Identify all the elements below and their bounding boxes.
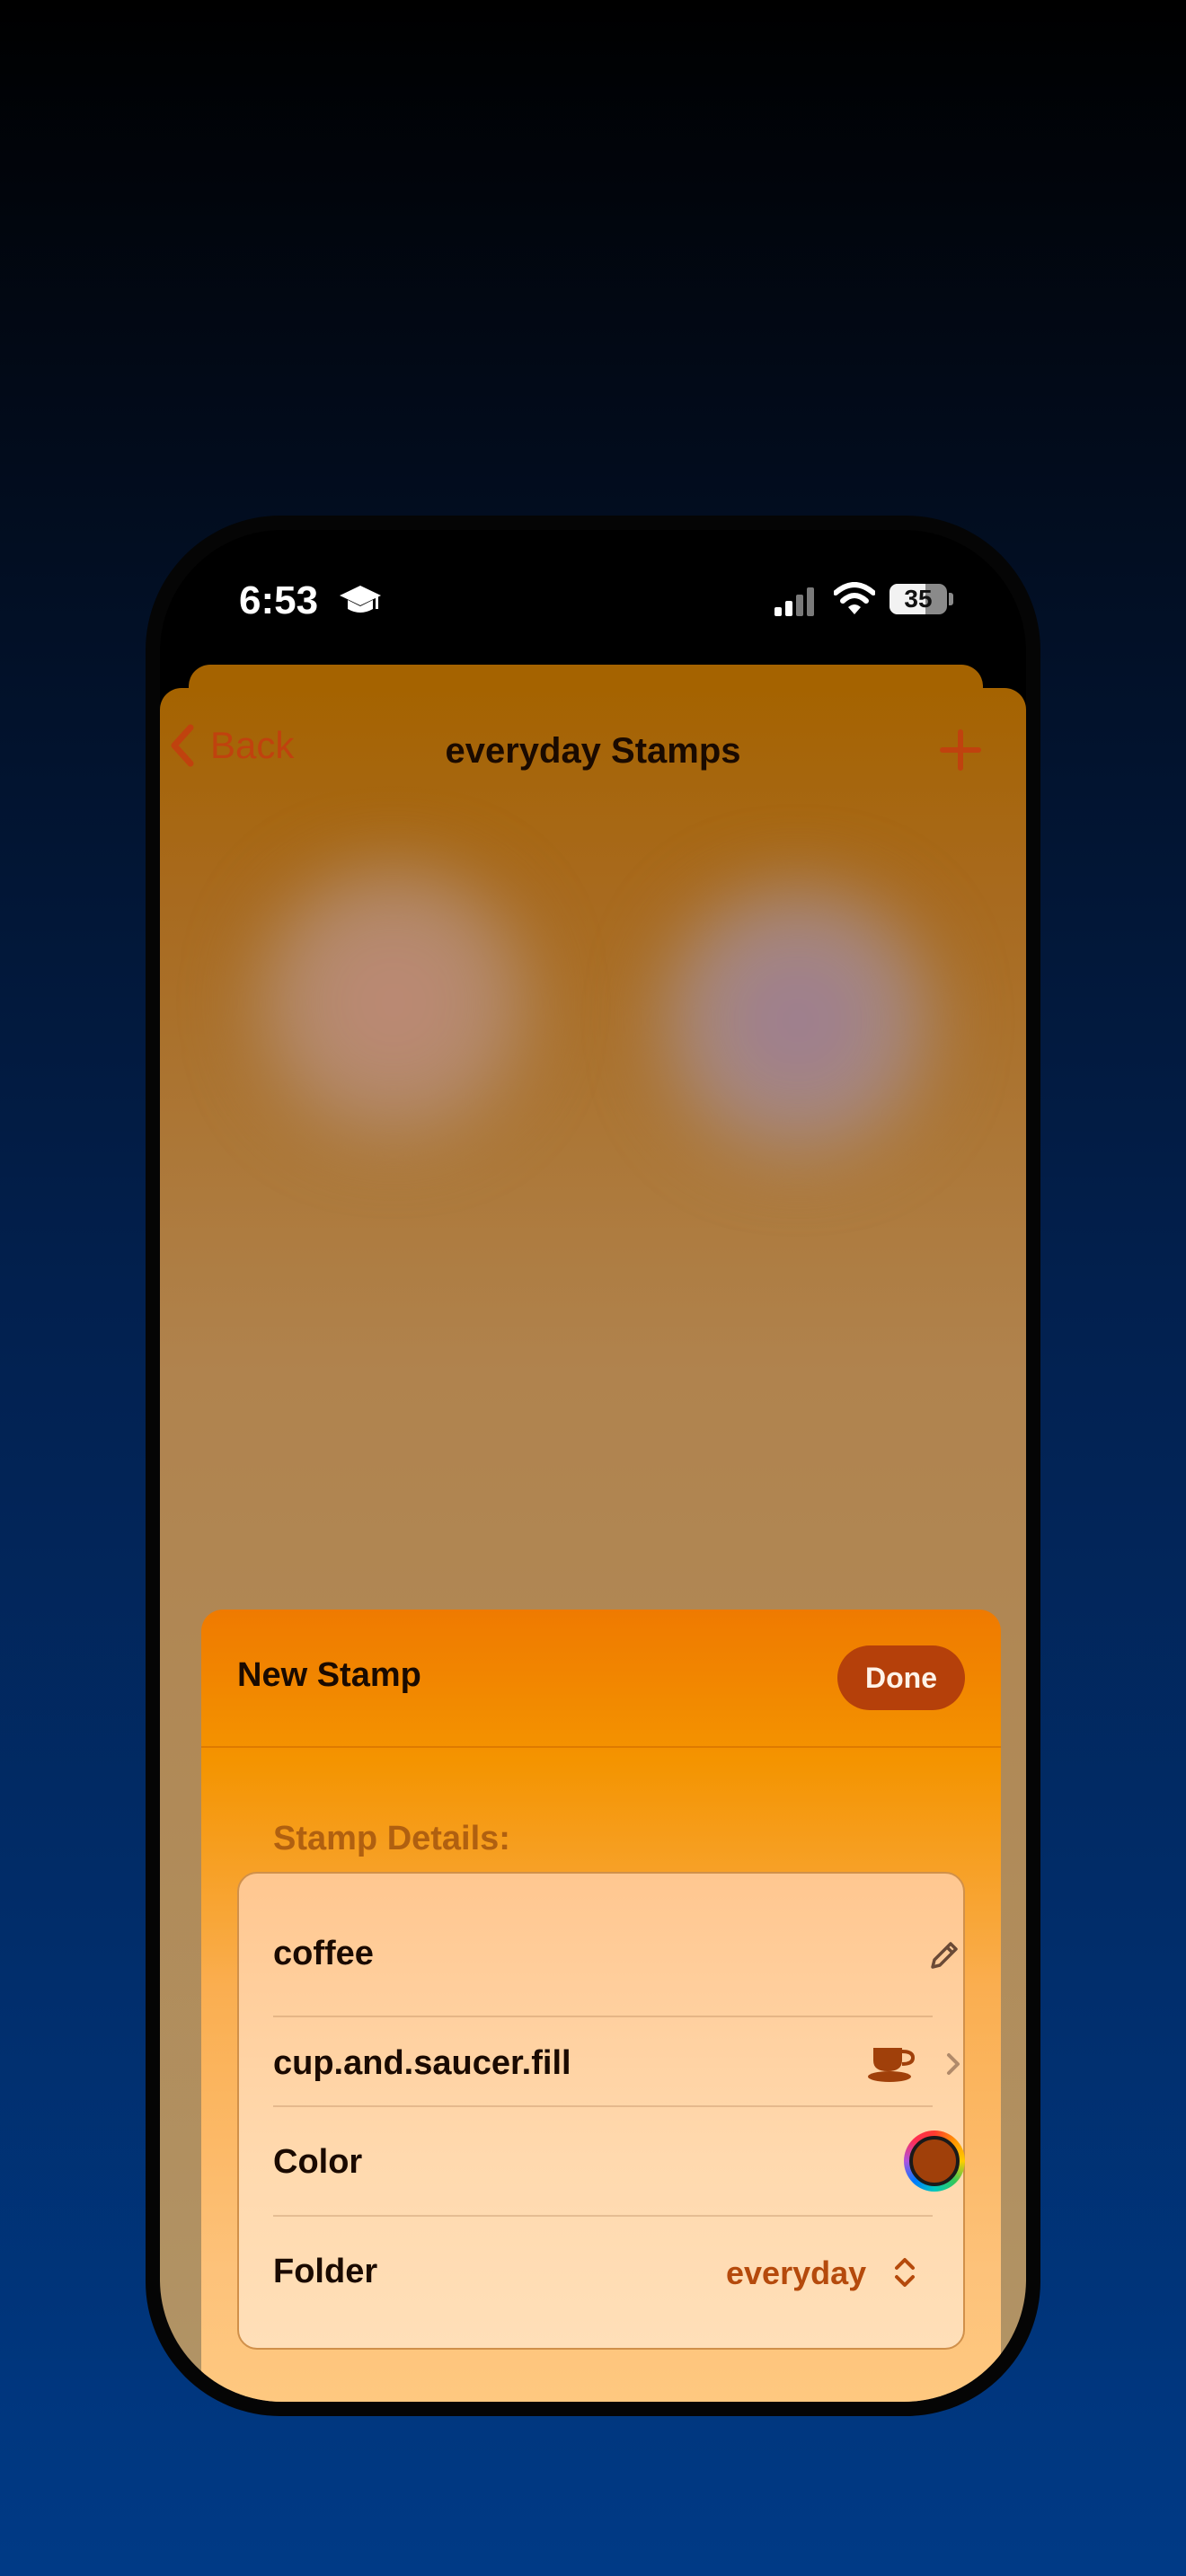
symbol-name: cup.and.saucer.fill [273, 2044, 571, 2082]
blurred-stamp [259, 868, 528, 1137]
color-row[interactable]: Color [273, 2125, 965, 2197]
screen: 6:53 35 Back everyday Stamps New Stamp D… [160, 530, 1026, 2402]
battery-icon: 35 [890, 584, 947, 614]
symbol-row[interactable]: cup.and.saucer.fill [273, 2035, 960, 2089]
folder-picker[interactable]: everyday [726, 2254, 866, 2292]
name-row[interactable]: coffee [273, 1928, 958, 1981]
new-stamp-sheet: New Stamp Done Stamp Details: coffee cup… [201, 1610, 1001, 2402]
cup-and-saucer-icon [868, 2048, 916, 2082]
status-time: 6:53 [239, 578, 319, 622]
divider [273, 2105, 933, 2107]
color-label: Color [273, 2143, 363, 2181]
done-button[interactable]: Done [837, 1645, 965, 1710]
color-swatch [909, 2136, 960, 2186]
section-header: Stamp Details: [273, 1820, 510, 1857]
graduation-cap-icon [340, 586, 381, 613]
pencil-icon[interactable] [925, 1938, 961, 1974]
status-bar: 6:53 35 [160, 530, 1026, 665]
folder-row[interactable]: Folder everyday [273, 2238, 933, 2301]
stamp-details-card: coffee cup.and.saucer.fill Color Folder … [237, 1872, 965, 2350]
phone-frame: 6:53 35 Back everyday Stamps New Stamp D… [146, 516, 1040, 2416]
folder-label: Folder [273, 2253, 378, 2290]
divider [273, 2215, 933, 2217]
chevron-up-down-icon [895, 2258, 915, 2287]
wifi-icon [834, 582, 875, 614]
color-picker[interactable] [904, 2130, 965, 2192]
page-title: everyday Stamps [445, 731, 741, 771]
battery-percentage: 35 [904, 585, 933, 613]
sheet-header: New Stamp Done [201, 1610, 1001, 1748]
cellular-signal-icon [774, 587, 814, 616]
navigation-bar: Back everyday Stamps [160, 688, 1026, 805]
chevron-right-icon [947, 2053, 960, 2075]
divider [273, 2016, 933, 2017]
battery-nub [949, 593, 953, 605]
sheet-title: New Stamp [237, 1656, 421, 1694]
stamp-name-field[interactable]: coffee [273, 1935, 374, 1973]
plus-icon[interactable] [940, 729, 981, 771]
blurred-stamp [663, 886, 933, 1155]
